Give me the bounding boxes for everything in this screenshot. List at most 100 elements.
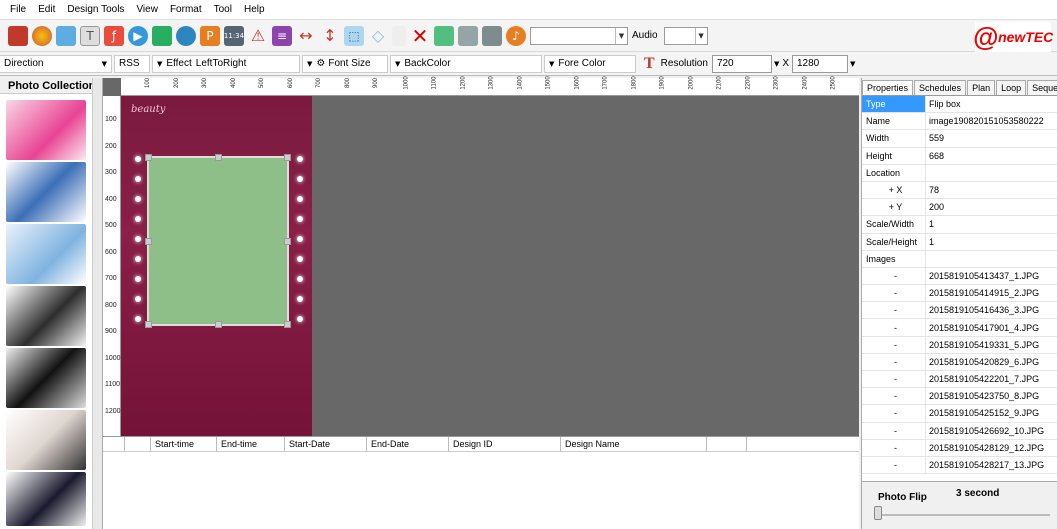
property-row[interactable]: -2015819105423750_8.JPG (862, 388, 1057, 406)
resize-handle[interactable] (284, 238, 291, 245)
menu-file[interactable]: File (10, 4, 26, 15)
backcolor-field[interactable]: ▼ BackColor (390, 54, 542, 73)
property-value[interactable]: 2015819105416436_3.JPG (926, 302, 1057, 318)
property-value[interactable]: 200 (926, 199, 1057, 215)
property-row[interactable]: Scale/Width 1 (862, 216, 1057, 234)
property-value[interactable]: 2015819105428217_13.JPG (926, 457, 1057, 473)
resize-handle[interactable] (284, 321, 291, 328)
property-value[interactable]: 2015819105417901_4.JPG (926, 319, 1057, 335)
chevron-down-icon[interactable]: ▼ (549, 60, 554, 68)
flash-icon[interactable]: ƒ (104, 25, 124, 46)
rss-field[interactable]: RSS (114, 54, 150, 73)
effect-field[interactable]: ▼ Effect LeftToRight (152, 54, 300, 73)
photo-thumbnail[interactable] (6, 410, 86, 470)
property-value[interactable]: 668 (926, 148, 1057, 164)
export-icon[interactable] (434, 25, 454, 46)
column-end-time[interactable]: End-time (217, 437, 285, 451)
design-canvas[interactable]: 100 200 300 400 500 600 700 800 900 1000 1100 1200 1… (103, 76, 859, 436)
property-value[interactable]: 1 (926, 216, 1057, 232)
property-row[interactable]: -2015819105420829_6.JPG (862, 353, 1057, 371)
color-wheel-icon[interactable] (32, 25, 52, 46)
photo-thumbnail[interactable] (6, 286, 86, 346)
vertical-arrows-icon[interactable]: ↕ (320, 26, 340, 46)
property-value[interactable]: 2015819105419331_5.JPG (926, 337, 1057, 353)
tab-loop[interactable]: Loop (996, 80, 1027, 95)
text-icon[interactable]: T (80, 25, 100, 46)
property-row[interactable]: -2015819105428217_13.JPG (862, 456, 1057, 475)
photo-thumbnail[interactable] (6, 100, 86, 160)
resize-icon[interactable]: ⬚ (344, 25, 364, 46)
photo-thumbnail[interactable] (6, 162, 86, 222)
chevron-down-icon[interactable]: ▼ (102, 60, 107, 68)
column-start-date[interactable]: Start-Date (285, 437, 367, 451)
play-icon[interactable]: ▶ (128, 25, 148, 46)
resize-handle[interactable] (284, 154, 291, 161)
resize-handle[interactable] (215, 321, 222, 328)
property-value[interactable]: 78 (926, 182, 1057, 198)
property-row[interactable]: Location (862, 164, 1057, 182)
audio-select[interactable]: ▼ (663, 26, 708, 45)
chevron-down-icon[interactable]: ▼ (850, 60, 855, 68)
database-delete-icon[interactable] (458, 25, 478, 46)
horizontal-arrows-icon[interactable]: ↔ (296, 26, 316, 46)
tab-schedules[interactable]: Schedules (914, 80, 967, 95)
property-value[interactable]: 2015819105423750_8.JPG (926, 388, 1057, 404)
resize-handle[interactable] (145, 321, 152, 328)
briefcase-icon[interactable] (8, 25, 28, 46)
menu-tool[interactable]: Tool (214, 4, 232, 15)
property-row[interactable]: -2015819105422201_7.JPG (862, 371, 1057, 389)
property-row[interactable]: Name image190820151053580222 (862, 113, 1057, 131)
tab-plan[interactable]: Plan (967, 80, 996, 95)
property-row[interactable]: -2015819105417901_4.JPG (862, 319, 1057, 337)
property-value[interactable]: 2015819105428129_12.JPG (926, 440, 1057, 456)
chevron-down-icon[interactable]: ▼ (694, 27, 707, 44)
menu-format[interactable]: Format (170, 4, 202, 15)
property-row[interactable]: -2015819105425152_9.JPG (862, 405, 1057, 423)
audio-path-input[interactable]: ▼ (530, 26, 628, 45)
property-row[interactable]: -2015819105413437_1.JPG (862, 267, 1057, 286)
property-value[interactable] (926, 165, 1057, 181)
property-value[interactable]: 2015819105420829_6.JPG (926, 354, 1057, 370)
chevron-down-icon[interactable]: ▼ (157, 60, 162, 68)
property-row[interactable]: Height 668 (862, 147, 1057, 165)
property-row[interactable]: -2015819105419331_5.JPG (862, 336, 1057, 354)
picture-icon[interactable] (152, 25, 172, 46)
menu-view[interactable]: View (136, 4, 158, 15)
warning-icon[interactable]: ⚠ (248, 26, 268, 46)
resize-handle[interactable] (145, 154, 152, 161)
property-value[interactable]: 1 (926, 234, 1057, 250)
design-page[interactable]: beauty (121, 96, 312, 436)
flip-box-frame[interactable] (145, 154, 291, 328)
property-row[interactable]: Width 559 (862, 130, 1057, 148)
property-value[interactable]: 559 (926, 130, 1057, 146)
resize-handle[interactable] (145, 238, 152, 245)
property-row[interactable]: Type Flip box (862, 96, 1057, 114)
menu-design-tools[interactable]: Design Tools (67, 4, 124, 15)
database-icon[interactable] (482, 25, 502, 46)
text-color-icon[interactable]: T (644, 55, 655, 73)
property-row[interactable]: + Y 200 (862, 199, 1057, 217)
property-row[interactable]: -2015819105428129_12.JPG (862, 439, 1057, 457)
property-value[interactable]: Flip box (926, 96, 1057, 113)
property-value[interactable]: image190820151053580222 (926, 113, 1057, 129)
resolution-height-input[interactable]: 1280 (792, 54, 848, 73)
chevron-down-icon[interactable]: ▼ (395, 60, 400, 68)
forecolor-field[interactable]: ▼ Fore Color (544, 54, 636, 73)
property-row[interactable]: -2015819105416436_3.JPG (862, 302, 1057, 320)
image-icon[interactable] (56, 25, 76, 46)
photo-thumbnail[interactable] (6, 348, 86, 408)
column-end-date[interactable]: End-Date (367, 437, 449, 451)
photo-thumbnail[interactable] (6, 472, 86, 526)
photo-thumbnail[interactable] (6, 224, 86, 284)
property-row[interactable]: Images (862, 250, 1057, 268)
menu-help[interactable]: Help (244, 4, 265, 15)
column-design-name[interactable]: Design Name (561, 437, 707, 451)
fontsize-field[interactable]: ▼ ⚙ Font Size (302, 54, 388, 73)
column-design-id[interactable]: Design ID (449, 437, 561, 451)
property-value[interactable]: 2015819105426692_10.JPG (926, 423, 1057, 439)
chevron-down-icon[interactable]: ▼ (774, 60, 779, 68)
chevron-down-icon[interactable]: ▼ (615, 27, 627, 44)
tab-properties[interactable]: Properties (862, 80, 914, 95)
list-icon[interactable]: ≡ (272, 25, 292, 46)
property-value[interactable]: 2015819105414915_2.JPG (926, 285, 1057, 301)
